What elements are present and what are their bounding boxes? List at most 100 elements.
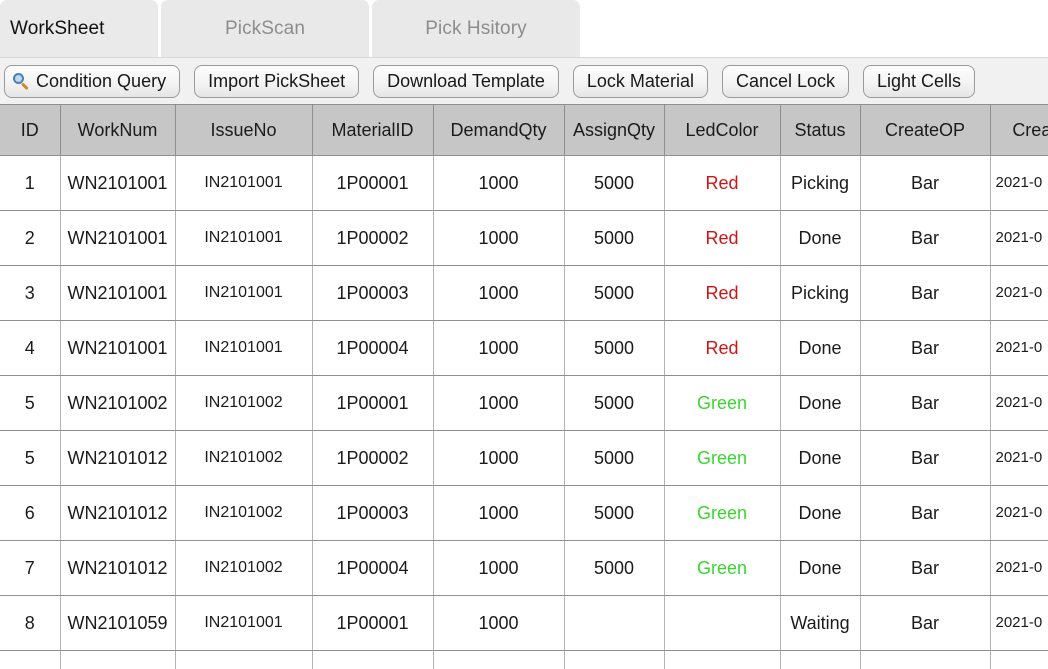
cell-id: 1	[0, 155, 61, 211]
col-header-worknum[interactable]: WorkNum	[60, 104, 176, 156]
cell-issueno: IN2101001	[175, 210, 313, 266]
cell-status: Done	[780, 485, 861, 541]
cell-assignqty: 5000	[564, 320, 665, 376]
cell-createop: Bar	[860, 210, 991, 266]
cell-demandqty: 1000	[433, 485, 565, 541]
col-header-assignqty[interactable]: AssignQty	[564, 104, 665, 156]
table-row[interactable]: 9WN2101059 1P000021000 WaitingBar2021-0	[0, 650, 1048, 669]
worksheet-table: ID WorkNum IssueNo MaterialID DemandQty …	[0, 104, 1048, 669]
table-row[interactable]: 5 WN2101012 IN2101002 1P00002 1000 5000 Green D…	[0, 430, 1048, 486]
cell-ledcolor: Red	[664, 210, 781, 266]
condition-query-button[interactable]: Condition Query	[4, 64, 181, 98]
cell-id: 2	[0, 210, 61, 266]
col-header-status[interactable]: Status	[780, 104, 861, 156]
cell-createtime: 2021-0	[990, 265, 1048, 321]
cell-demandqty: 1000	[433, 540, 565, 596]
cell-materialid: 1P00002	[312, 210, 434, 266]
download-template-button[interactable]: Download Template	[373, 64, 559, 98]
cell-createtime: 2021-0	[990, 155, 1048, 211]
cell-assignqty: 5000	[564, 485, 665, 541]
cell-assignqty: 5000	[564, 375, 665, 431]
table-row[interactable]: 5 WN2101002 IN2101002 1P00001 1000 5000 Green D…	[0, 375, 1048, 431]
cell-createtime: 2021-0	[990, 540, 1048, 596]
cell-demandqty: 1000	[433, 595, 565, 651]
col-header-createop[interactable]: CreateOP	[860, 104, 991, 156]
cell-issueno: IN2101001	[175, 320, 313, 376]
table-row[interactable]: 7 WN2101012 IN2101002 1P00004 1000 5000 Green D…	[0, 540, 1048, 596]
cell-id: 6	[0, 485, 61, 541]
tab-strip: WorkSheet PickScan Pick Hsitory	[0, 0, 1048, 57]
cell-worknum: WN2101059	[60, 650, 176, 669]
cell-ledcolor: Red	[664, 320, 781, 376]
cell-createop: Bar	[860, 485, 991, 541]
cell-ledcolor: Red	[664, 265, 781, 321]
cell-demandqty: 1000	[433, 375, 565, 431]
cell-assignqty	[564, 595, 665, 651]
cell-assignqty	[564, 650, 665, 669]
cell-materialid: 1P00002	[312, 430, 434, 486]
cell-issueno: IN2101002	[175, 485, 313, 541]
cell-createtime: 2021-0	[990, 430, 1048, 486]
search-icon	[13, 72, 30, 90]
cell-materialid: 1P00002	[312, 650, 434, 669]
table-row[interactable]: 1 WN2101001 IN2101001 1P00001 1000 5000 Red Pic…	[0, 155, 1048, 211]
cell-status: Done	[780, 320, 861, 376]
table-row[interactable]: 8 WN2101059 IN2101001 1P00001 1000 Waiting Bar…	[0, 595, 1048, 651]
cell-issueno: IN2101002	[175, 430, 313, 486]
cell-assignqty: 5000	[564, 155, 665, 211]
cell-materialid: 1P00001	[312, 375, 434, 431]
cell-worknum: WN2101001	[60, 320, 176, 376]
cell-createtime: 2021-0	[990, 485, 1048, 541]
cell-id: 3	[0, 265, 61, 321]
cell-status: Done	[780, 430, 861, 486]
tab-worksheet[interactable]: WorkSheet	[0, 0, 158, 57]
cell-materialid: 1P00001	[312, 595, 434, 651]
led-color-value: Green	[696, 558, 748, 578]
cell-ledcolor	[664, 650, 781, 669]
worksheet-grid-scroll[interactable]: ID WorkNum IssueNo MaterialID DemandQty …	[0, 104, 1048, 669]
table-row[interactable]: 2 WN2101001 IN2101001 1P00002 1000 5000 Red Don…	[0, 210, 1048, 266]
cell-materialid: 1P00001	[312, 155, 434, 211]
import-picksheet-button[interactable]: Import PickSheet	[194, 64, 360, 98]
cell-ledcolor: Green	[664, 485, 781, 541]
tab-pickscan[interactable]: PickScan	[161, 0, 369, 57]
cancel-lock-button[interactable]: Cancel Lock	[721, 64, 850, 98]
col-header-createtime[interactable]: CreateTime	[990, 104, 1048, 156]
cell-demandqty: 1000	[433, 430, 565, 486]
light-cells-label: Light Cells	[877, 70, 962, 91]
cell-createtime: 2021-0	[990, 375, 1048, 431]
table-row[interactable]: 3 WN2101001 IN2101001 1P00003 1000 5000 Red Pic…	[0, 265, 1048, 321]
col-header-materialid[interactable]: MaterialID	[312, 104, 434, 156]
cell-status: Done	[780, 375, 861, 431]
cell-id: 5	[0, 375, 61, 431]
cell-worknum: WN2101002	[60, 375, 176, 431]
cell-status: Waiting	[780, 595, 861, 651]
tab-pick-history[interactable]: Pick Hsitory	[372, 0, 580, 57]
tab-worksheet-label: WorkSheet	[10, 17, 105, 39]
cell-materialid: 1P00003	[312, 265, 434, 321]
cell-ledcolor: Green	[664, 430, 781, 486]
col-header-demandqty[interactable]: DemandQty	[433, 104, 565, 156]
col-header-ledcolor[interactable]: LedColor	[664, 104, 781, 156]
cell-worknum: WN2101001	[60, 210, 176, 266]
table-row[interactable]: 6 WN2101012 IN2101002 1P00003 1000 5000 Green D…	[0, 485, 1048, 541]
cell-demandqty: 1000	[433, 650, 565, 669]
cell-worknum: WN2101012	[60, 430, 176, 486]
col-header-issueno[interactable]: IssueNo	[175, 104, 313, 156]
cell-createop: Bar	[860, 650, 991, 669]
led-color-value: Green	[696, 503, 748, 523]
light-cells-button[interactable]: Light Cells	[863, 64, 976, 98]
table-header: ID WorkNum IssueNo MaterialID DemandQty …	[0, 104, 1048, 156]
tab-pick-history-label: Pick Hsitory	[425, 17, 527, 39]
col-header-id[interactable]: ID	[0, 104, 61, 156]
lock-material-button[interactable]: Lock Material	[572, 64, 708, 98]
cell-demandqty: 1000	[433, 210, 565, 266]
cell-createop: Bar	[860, 320, 991, 376]
cell-worknum: WN2101012	[60, 485, 176, 541]
table-row[interactable]: 4 WN2101001 IN2101001 1P00004 1000 5000 Red Don…	[0, 320, 1048, 376]
cell-assignqty: 5000	[564, 430, 665, 486]
cell-id: 5	[0, 430, 61, 486]
cell-worknum: WN2101012	[60, 540, 176, 596]
cell-id: 4	[0, 320, 61, 376]
cell-ledcolor: Red	[664, 155, 781, 211]
